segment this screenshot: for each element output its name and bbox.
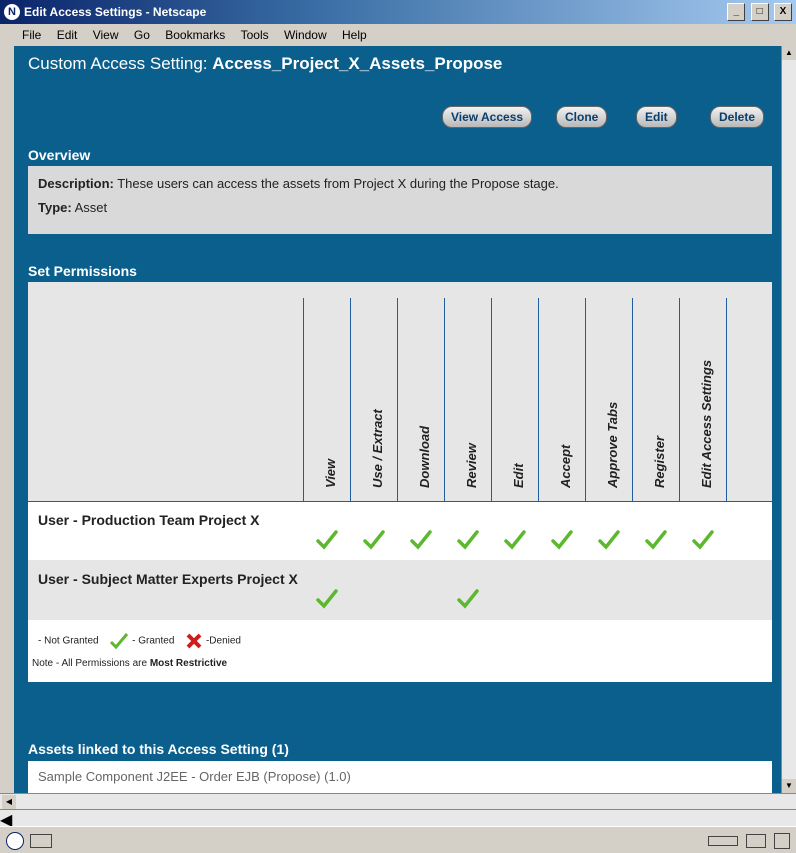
legend-note: Note - All Permissions are Most Restrict… bbox=[32, 658, 228, 669]
left-frame bbox=[0, 46, 14, 793]
granted-check-icon bbox=[692, 530, 714, 550]
column-label-accept: Accept bbox=[558, 444, 573, 489]
horizontal-scrollbar-outer[interactable]: ◀ ▶ bbox=[0, 809, 796, 849]
window-title: Edit Access Settings - Netscape bbox=[24, 5, 207, 19]
column-use-extract: Use / Extract bbox=[350, 298, 398, 501]
page-header-label: Custom Access Setting: bbox=[28, 54, 208, 73]
window-titlebar: N Edit Access Settings - Netscape _ □ X bbox=[0, 0, 796, 24]
action-buttons: View Access Clone Edit Delete bbox=[14, 82, 782, 128]
granted-check-icon bbox=[457, 530, 479, 550]
menu-view[interactable]: View bbox=[87, 24, 125, 46]
granted-check-icon bbox=[551, 530, 573, 550]
permissions-legend: - Not Granted - Granted -Denied Note - A… bbox=[28, 620, 772, 682]
menu-bar: File Edit View Go Bookmarks Tools Window… bbox=[0, 24, 796, 47]
scroll-up-arrow[interactable]: ▲ bbox=[782, 46, 796, 60]
column-label-view: View bbox=[323, 458, 338, 488]
menu-file[interactable]: File bbox=[16, 24, 47, 46]
vertical-scrollbar[interactable]: ▲ ▼ bbox=[781, 46, 796, 793]
denied-x-icon bbox=[186, 633, 202, 649]
maximize-button[interactable]: □ bbox=[750, 3, 769, 21]
view-access-button[interactable]: View Access bbox=[442, 106, 533, 128]
granted-check-icon bbox=[457, 589, 479, 609]
column-blank bbox=[726, 298, 773, 501]
type-label: Type: bbox=[38, 200, 72, 215]
scroll-down-arrow[interactable]: ▼ bbox=[782, 779, 796, 793]
window-controls: _ □ X bbox=[725, 3, 792, 21]
legend-not-granted: - Not Granted bbox=[38, 635, 99, 647]
column-register: Register bbox=[632, 298, 680, 501]
netscape-icon: N bbox=[4, 4, 20, 20]
column-view: View bbox=[303, 298, 351, 501]
granted-check-icon bbox=[504, 530, 526, 550]
menu-window[interactable]: Window bbox=[278, 24, 333, 46]
legend-denied: -Denied bbox=[205, 635, 241, 647]
mail-icon bbox=[746, 834, 766, 848]
granted-check-icon bbox=[645, 530, 667, 550]
edit-button[interactable]: Edit bbox=[636, 106, 677, 128]
row-label-subject-matter-experts: User - Subject Matter Experts Project X bbox=[38, 571, 298, 587]
scroll-left-arrow[interactable]: ◀ bbox=[2, 795, 16, 809]
granted-check-icon bbox=[598, 530, 620, 550]
menu-tools[interactable]: Tools bbox=[235, 24, 275, 46]
connection-icon bbox=[30, 834, 52, 848]
column-approve-tabs: Approve Tabs bbox=[585, 298, 633, 501]
overview-box: Description: These users can access the … bbox=[28, 166, 772, 234]
column-label-download: Download bbox=[417, 425, 432, 488]
netscape-status-icon bbox=[6, 832, 24, 850]
column-label-use-extract: Use / Extract bbox=[370, 409, 385, 488]
asset-link[interactable]: Sample Component J2EE - Order EJB (Propo… bbox=[38, 769, 351, 784]
granted-check-icon bbox=[410, 530, 432, 550]
overview-section-title: Overview bbox=[14, 140, 782, 168]
access-setting-page: Custom Access Setting: Access_Project_X_… bbox=[14, 46, 782, 793]
minimize-button[interactable]: _ bbox=[727, 3, 746, 21]
assets-list: Sample Component J2EE - Order EJB (Propo… bbox=[28, 761, 772, 793]
page-header: Custom Access Setting: Access_Project_X_… bbox=[14, 46, 782, 80]
permissions-grid: View Use / Extract Download Review Edit … bbox=[28, 282, 772, 682]
legend-granted: - Granted bbox=[132, 635, 175, 647]
description-label: Description: bbox=[38, 176, 114, 191]
granted-check-icon bbox=[316, 530, 338, 550]
column-label-register: Register bbox=[652, 435, 667, 488]
granted-check-icon bbox=[110, 633, 129, 650]
granted-check-icon bbox=[316, 589, 338, 609]
delete-button[interactable]: Delete bbox=[710, 106, 765, 128]
column-label-review: Review bbox=[464, 442, 479, 488]
column-label-edit: Edit bbox=[511, 463, 526, 488]
row-label-production-team: User - Production Team Project X bbox=[38, 512, 260, 528]
column-label-edit-access-settings: Edit Access Settings bbox=[699, 360, 714, 488]
permissions-section-title: Set Permissions bbox=[14, 256, 782, 284]
menu-go[interactable]: Go bbox=[128, 24, 156, 46]
menu-bookmarks[interactable]: Bookmarks bbox=[159, 24, 231, 46]
granted-check-icon bbox=[363, 530, 385, 550]
description-text: These users can access the assets from P… bbox=[117, 176, 559, 191]
online-icon bbox=[708, 836, 738, 846]
menu-edit[interactable]: Edit bbox=[51, 24, 84, 46]
column-edit-access-settings: Edit Access Settings bbox=[679, 298, 727, 501]
column-label-approve-tabs: Approve Tabs bbox=[605, 402, 620, 489]
clone-button[interactable]: Clone bbox=[556, 106, 608, 128]
access-setting-name: Access_Project_X_Assets_Propose bbox=[212, 54, 503, 73]
table-row: User - Subject Matter Experts Project X bbox=[28, 561, 772, 619]
security-lock-icon bbox=[774, 833, 790, 849]
status-bar bbox=[0, 826, 796, 853]
content-viewport: Custom Access Setting: Access_Project_X_… bbox=[14, 46, 782, 793]
menu-help[interactable]: Help bbox=[336, 24, 373, 46]
type-value: Asset bbox=[74, 200, 108, 215]
close-button[interactable]: X bbox=[774, 3, 792, 21]
column-download: Download bbox=[397, 298, 445, 501]
column-edit: Edit bbox=[491, 298, 539, 501]
horizontal-scrollbar[interactable]: ◀ bbox=[0, 793, 796, 810]
assets-section-title: Assets linked to this Access Setting (1) bbox=[14, 734, 782, 762]
column-accept: Accept bbox=[538, 298, 586, 501]
column-review: Review bbox=[444, 298, 492, 501]
